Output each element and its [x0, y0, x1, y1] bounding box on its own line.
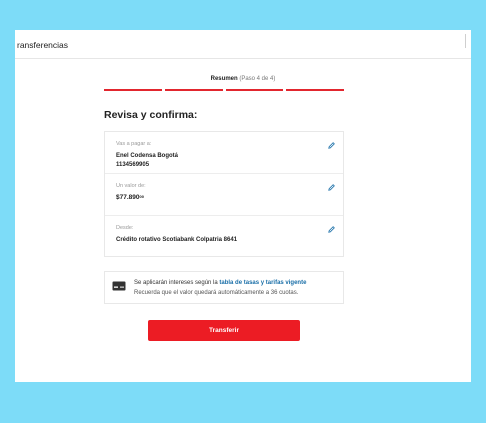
rates-link[interactable]: tabla de tasas y tarifas vigente — [219, 280, 306, 286]
progress-segment — [225, 89, 284, 91]
interest-notice: Se aplicarán intereses según la tabla de… — [104, 271, 344, 304]
top-bar: ransferencias — [15, 30, 471, 59]
amount-value: $77.890 — [116, 194, 140, 201]
amount-value-line: $77.89000 — [116, 194, 331, 201]
progress-segment — [104, 89, 162, 91]
amount-cents: 00 — [139, 194, 144, 199]
notice-line-2: Recuerda que el valor quedará automática… — [134, 290, 299, 296]
source-account: Crédito rotativo Scotiabank Colpatria 86… — [116, 237, 238, 243]
recipient-number: 1134569905 — [116, 162, 150, 168]
recipient-name: Enel Codensa Bogotá — [116, 153, 179, 159]
pencil-icon[interactable] — [327, 141, 336, 150]
step-indicator: Resumen (Paso 4 de 4) — [15, 76, 471, 82]
notice-line-1: Se aplicarán intereses según la tabla de… — [134, 280, 306, 286]
recipient-label: Vas a pagar a: — [116, 141, 152, 147]
app-window: ransferencias Resumen (Paso 4 de 4) Revi… — [15, 30, 471, 382]
step-count: (Paso 4 de 4) — [239, 76, 276, 82]
amount-row: Un valor de: $77.89000 — [105, 174, 343, 216]
transfer-button[interactable]: Transferir — [148, 320, 300, 341]
source-row: Desde: Crédito rotativo Scotiabank Colpa… — [105, 216, 343, 258]
step-name: Resumen — [210, 76, 238, 82]
progress-bar — [104, 89, 344, 92]
section-heading: Revisa y confirma: — [104, 109, 198, 121]
credit-card-icon — [112, 281, 126, 291]
pencil-icon[interactable] — [327, 183, 336, 192]
source-label: Desde: — [116, 225, 134, 231]
scrollbar-edge — [465, 34, 471, 48]
progress-segment — [164, 89, 223, 91]
recipient-row: Vas a pagar a: Enel Codensa Bogotá 11345… — [105, 132, 343, 174]
pencil-icon[interactable] — [327, 225, 336, 234]
summary-card: Vas a pagar a: Enel Codensa Bogotá 11345… — [104, 131, 344, 257]
amount-label: Un valor de: — [116, 183, 146, 189]
page-title: ransferencias — [17, 40, 69, 50]
progress-segment — [286, 89, 344, 91]
notice-text: Se aplicarán intereses según la — [134, 280, 218, 286]
